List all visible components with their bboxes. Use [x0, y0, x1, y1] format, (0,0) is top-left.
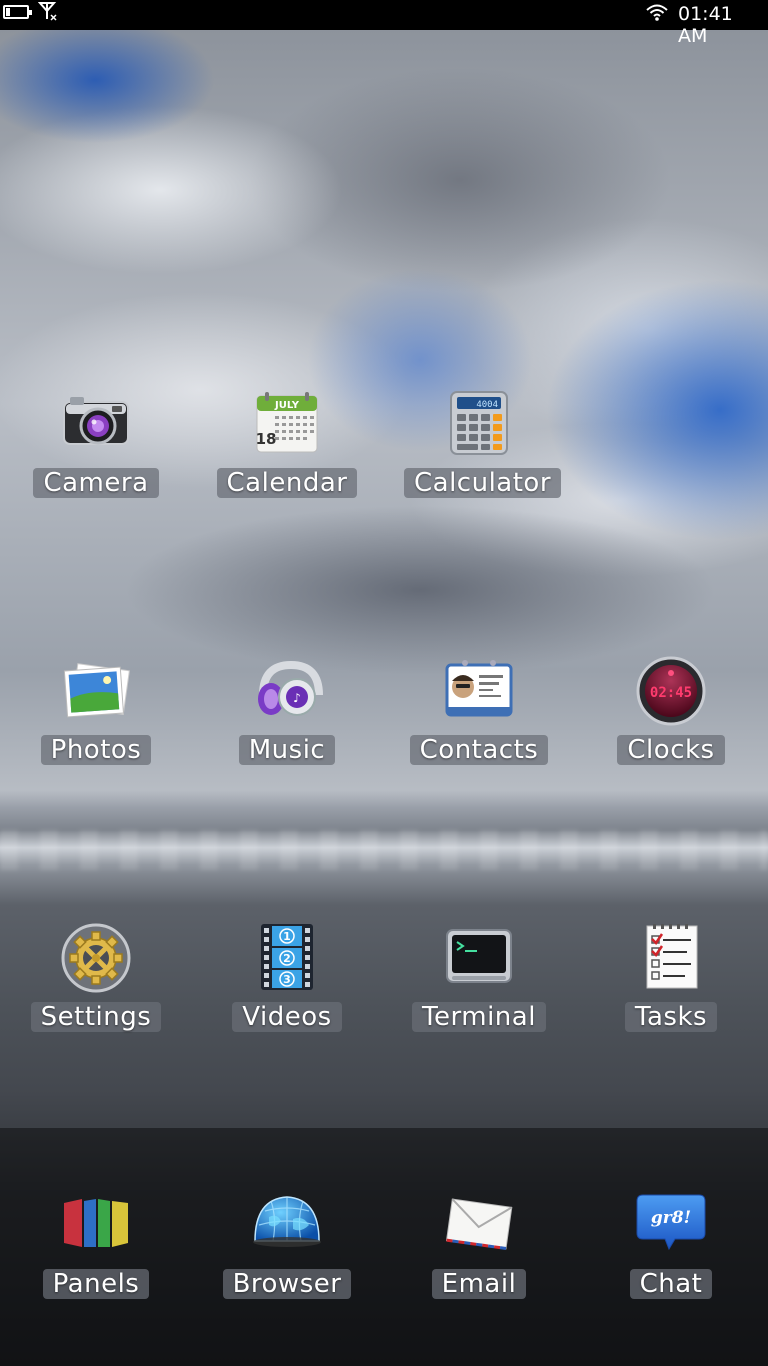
app-settings[interactable]: Settings [21, 922, 171, 1052]
wallpaper-surf [0, 830, 768, 870]
dock-browser[interactable]: Browser [212, 1189, 362, 1319]
svg-text:3: 3 [283, 973, 291, 986]
headphones-icon: ♪ [251, 655, 323, 727]
app-contacts[interactable]: Contacts [404, 655, 554, 785]
battery-icon [3, 5, 32, 19]
app-clocks[interactable]: 02:45 Clocks [596, 655, 746, 785]
chat-bubble-icon: gr8! [635, 1189, 707, 1261]
signal-no-service-icon [37, 1, 58, 23]
app-label: Videos [232, 1002, 342, 1032]
svg-text:2: 2 [283, 952, 291, 965]
app-calculator[interactable]: 4004 Calculator [404, 388, 562, 518]
app-terminal[interactable]: Terminal [404, 922, 554, 1052]
app-calendar[interactable]: JULY 18 Calendar [212, 388, 362, 518]
app-label: Calculator [404, 468, 562, 498]
app-label: Chat [629, 1269, 713, 1299]
chat-bubble-text: gr8! [651, 1208, 691, 1228]
calculator-display: 4004 [476, 400, 498, 410]
app-label: Terminal [412, 1002, 546, 1032]
envelope-icon [443, 1189, 515, 1261]
app-label: Contacts [409, 735, 549, 765]
panels-icon [60, 1189, 132, 1261]
photos-icon [60, 655, 132, 727]
film-strip-icon: 1 2 3 [251, 922, 323, 994]
status-time: 01:41 AM [678, 3, 733, 47]
app-label: Camera [33, 468, 159, 498]
app-label: Photos [40, 735, 152, 765]
globe-icon [251, 1189, 323, 1261]
app-label: Calendar [216, 468, 358, 498]
app-tasks[interactable]: Tasks [596, 922, 746, 1052]
svg-text:♪: ♪ [293, 691, 301, 705]
contact-card-icon [443, 655, 515, 727]
clock-icon: 02:45 [635, 655, 707, 727]
clock-display: 02:45 [650, 685, 692, 701]
wifi-icon [645, 2, 669, 22]
app-label: Clocks [617, 735, 725, 765]
calculator-icon: 4004 [443, 388, 515, 460]
app-music[interactable]: ♪ Music [212, 655, 362, 785]
app-photos[interactable]: Photos [21, 655, 171, 785]
app-label: Music [238, 735, 336, 765]
app-camera[interactable]: Camera [21, 388, 171, 518]
dock-email[interactable]: Email [404, 1189, 554, 1319]
app-label: Browser [222, 1269, 352, 1299]
app-videos[interactable]: 1 2 3 Videos [212, 922, 362, 1052]
calendar-day: 18 [256, 430, 277, 448]
gear-icon [60, 922, 132, 994]
dock-chat[interactable]: gr8! Chat [596, 1189, 746, 1319]
dock-panels[interactable]: Panels [21, 1189, 171, 1319]
app-label: Panels [42, 1269, 150, 1299]
calendar-icon: JULY 18 [251, 388, 323, 460]
svg-text:1: 1 [283, 930, 291, 943]
status-bar: 01:41 AM [0, 0, 768, 47]
app-label: Settings [30, 1002, 162, 1032]
app-label: Tasks [624, 1002, 718, 1032]
terminal-icon [443, 922, 515, 994]
calendar-month: JULY [274, 400, 300, 411]
checklist-icon [635, 922, 707, 994]
app-label: Email [431, 1269, 527, 1299]
camera-icon [60, 388, 132, 460]
